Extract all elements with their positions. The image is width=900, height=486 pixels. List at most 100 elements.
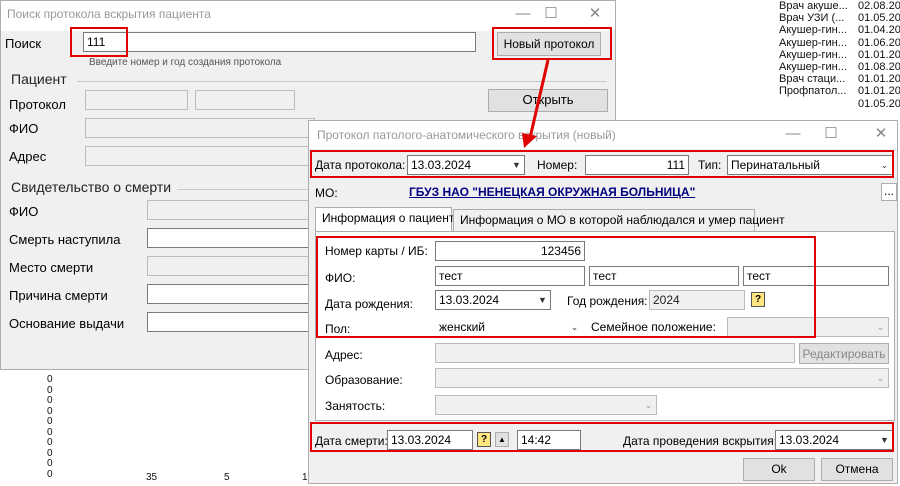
issue-basis-field[interactable] — [147, 312, 313, 332]
protocol-date-label: Дата протокола: — [315, 158, 406, 172]
card-number-value: 123456 — [540, 244, 581, 258]
patient-group-line — [77, 81, 607, 82]
autopsy-date-input[interactable]: 13.03.2024 ▼ — [775, 430, 893, 450]
employment-select: ⌄ — [435, 395, 657, 415]
maximize-icon[interactable]: ☐ — [539, 4, 563, 26]
background-row-role: Акушер-гин... — [779, 48, 847, 61]
new-protocol-button[interactable]: Новый протокол — [497, 32, 601, 56]
type-label: Тип: — [698, 158, 722, 172]
background-row-role: Профпатол... — [779, 85, 847, 98]
background-row-date: 01.01.20 — [858, 85, 900, 98]
close-icon[interactable]: ✕ — [583, 4, 607, 26]
search-label: Поиск — [5, 36, 42, 51]
background-bottom-number: 1 — [302, 472, 308, 483]
background-zero-value: 0 — [47, 447, 53, 459]
help-icon[interactable]: ? — [477, 432, 491, 447]
number-input[interactable]: 111 — [585, 155, 689, 175]
last-name-input[interactable]: тест — [435, 266, 585, 286]
help-icon[interactable]: ? — [751, 292, 765, 307]
first-name-input[interactable]: тест — [589, 266, 739, 286]
background-row-date: 01.05.20 — [858, 12, 900, 25]
background-row-date: 01.01.20 — [858, 73, 900, 86]
background-zero-value: 0 — [47, 437, 53, 448]
protocol-label: Протокол — [9, 97, 66, 112]
ok-button[interactable]: Ok — [743, 458, 815, 481]
background-zero-value: 0 — [47, 374, 53, 385]
autopsy-date-value: 13.03.2024 — [779, 433, 840, 447]
protocol-window-title: Протокол патолого-анатомического вскрыти… — [317, 128, 616, 142]
background-row-role: Акушер-гин... — [779, 24, 847, 37]
mo-label: МО: — [315, 186, 338, 200]
birth-date-input[interactable]: 13.03.2024 ▼ — [435, 290, 551, 310]
protocol-field-2 — [195, 90, 295, 110]
employment-label: Занятость: — [325, 399, 386, 413]
education-label: Образование: — [325, 373, 403, 387]
death-date-label: Дата смерти: — [315, 434, 388, 448]
death-time-input[interactable]: 14:42 — [517, 430, 581, 450]
issue-basis-label: Основание выдачи — [9, 316, 125, 331]
death-occurred-label: Смерть наступила — [9, 232, 121, 247]
chevron-down-icon[interactable]: ▼ — [877, 431, 892, 449]
edit-address-button[interactable]: Редактировать — [799, 343, 889, 364]
chevron-down-icon[interactable]: ▼ — [535, 291, 550, 309]
birth-year-label: Год рождения: — [567, 294, 648, 308]
chevron-down-icon[interactable]: ▼ — [509, 156, 524, 174]
maximize-icon[interactable]: ☐ — [819, 124, 843, 146]
cert-fio-field — [147, 200, 313, 220]
chevron-down-icon[interactable]: ⌄ — [877, 156, 892, 174]
type-select[interactable]: Перинатальный ⌄ — [727, 155, 893, 175]
death-cause-label: Причина смерти — [9, 288, 108, 303]
background-row-role: Акушер-гин... — [779, 61, 847, 73]
up-arrow-icon[interactable]: ▲ — [495, 432, 509, 447]
background-bottom-number: 5 — [224, 472, 230, 483]
background-zero-value: 0 — [47, 395, 53, 406]
background-zero-value: 0 — [47, 416, 53, 427]
background-zero-value: 0 — [47, 426, 53, 438]
chevron-down-icon: ⌄ — [876, 322, 885, 332]
number-value: 111 — [666, 158, 685, 172]
background-row-date: 01.01.20 — [858, 48, 900, 61]
birth-date-value: 13.03.2024 — [439, 293, 500, 307]
education-select: ⌄ — [435, 368, 889, 388]
background-row-role: Акушер-гин... — [779, 36, 847, 49]
tab-strip: Информация о пациенте Информация о МО в … — [315, 207, 895, 231]
death-cause-field[interactable] — [147, 284, 313, 304]
tab-patient-info[interactable]: Информация о пациенте — [315, 207, 461, 231]
sex-select[interactable]: женский ⌄ — [435, 317, 583, 337]
card-number-input[interactable]: 123456 — [435, 241, 585, 261]
open-button[interactable]: Открыть — [488, 89, 608, 112]
death-date-input[interactable]: 13.03.2024 — [387, 430, 473, 450]
background-row-role: Врач УЗИ (... — [779, 12, 845, 25]
cancel-button[interactable]: Отмена — [821, 458, 893, 481]
chevron-down-icon[interactable]: ⌄ — [567, 318, 582, 336]
middle-name-input[interactable]: тест — [743, 266, 889, 286]
address-input — [435, 343, 795, 363]
address-field — [85, 146, 315, 166]
background-zero-value: 0 — [47, 468, 53, 480]
marital-status-select: ⌄ — [727, 317, 889, 337]
tab-patient-info-label: Информация о пациенте — [322, 211, 461, 225]
mo-select-button[interactable]: ... — [881, 183, 897, 201]
close-icon[interactable]: ✕ — [869, 124, 893, 146]
chevron-down-icon: ⌄ — [876, 373, 885, 383]
address-label: Адрес — [9, 149, 47, 164]
tab-mo-info[interactable]: Информация о МО в которой наблюдался и у… — [453, 209, 785, 231]
fio-label: ФИО — [9, 121, 39, 136]
number-label: Номер: — [537, 158, 578, 172]
death-occurred-field[interactable] — [147, 228, 313, 248]
protocol-date-input[interactable]: 13.03.2024 ▼ — [407, 155, 525, 175]
search-input[interactable]: 111 — [83, 32, 476, 52]
background-bottom-number: 35 — [146, 472, 158, 483]
background-row-date: 01.08.20 — [858, 61, 900, 73]
mo-value[interactable]: ГБУЗ НАО "НЕНЕЦКАЯ ОКРУЖНАЯ БОЛЬНИЦА" — [409, 185, 695, 199]
protocol-window-titlebar: Протокол патолого-анатомического вскрыти… — [309, 121, 897, 149]
protocol-window: Протокол патолого-анатомического вскрыти… — [308, 120, 898, 484]
minimize-icon[interactable]: — — [781, 124, 805, 146]
chevron-down-icon: ⌄ — [644, 400, 653, 410]
search-hint: Введите номер и год создания протокола — [89, 57, 282, 68]
minimize-icon[interactable]: — — [511, 4, 535, 26]
death-cert-group-label: Свидетельство о смерти — [11, 179, 172, 195]
card-number-label: Номер карты / ИБ: — [325, 244, 428, 258]
background-row-date: 02.08.20 — [858, 0, 900, 12]
patient-group-label: Пациент — [11, 71, 67, 87]
